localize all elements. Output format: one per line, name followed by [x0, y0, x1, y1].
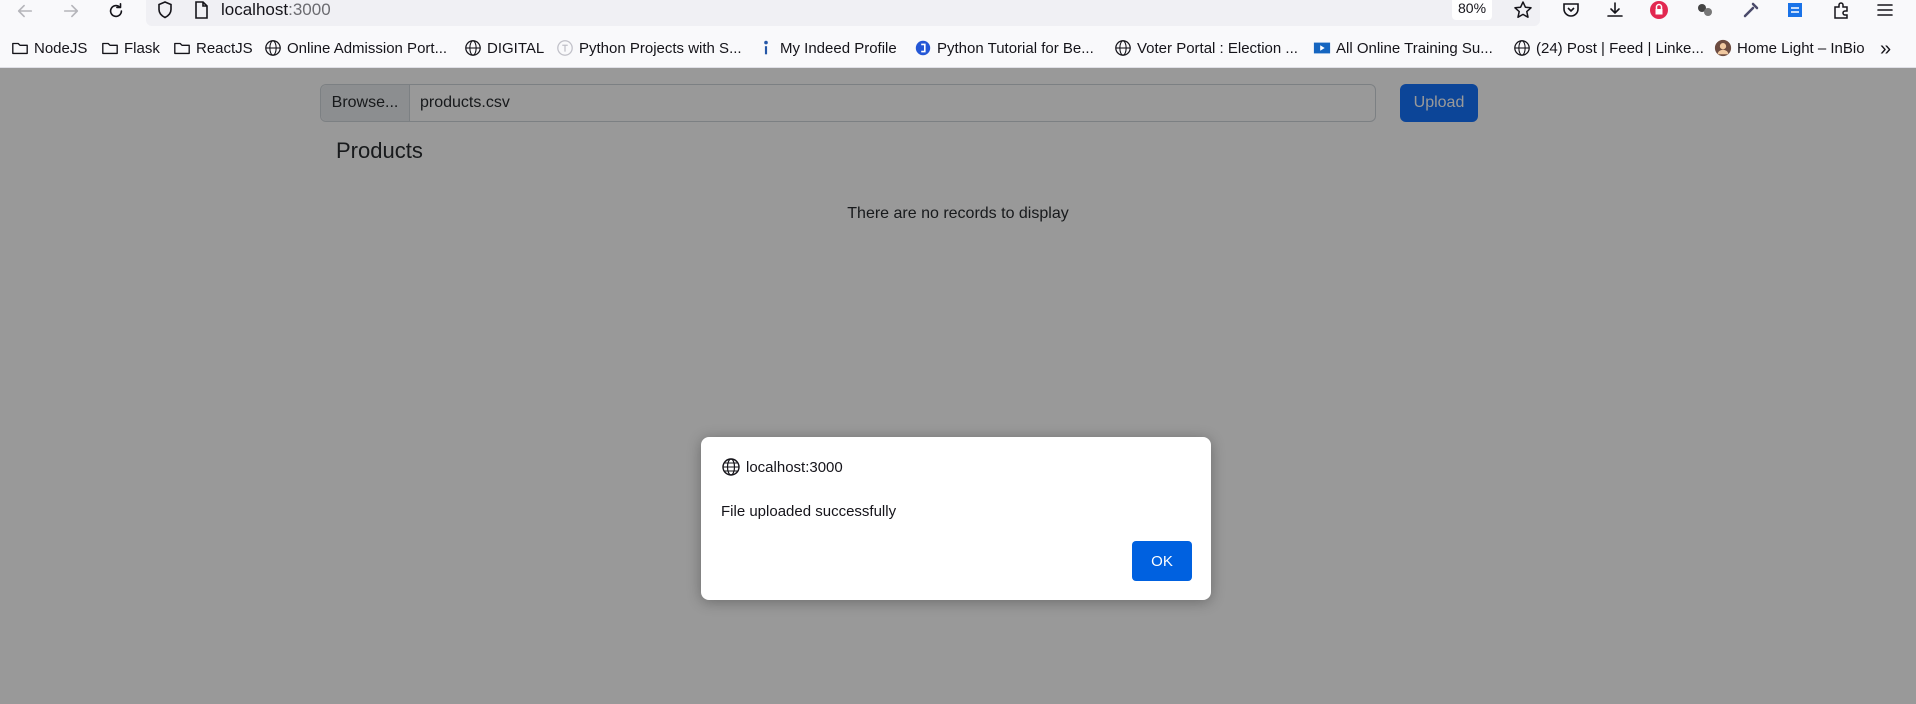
- stack-extension-icon[interactable]: [1782, 0, 1808, 22]
- ok-button[interactable]: OK: [1132, 541, 1192, 581]
- bookmark-reactjs[interactable]: ReactJS: [173, 38, 253, 58]
- url-host: localhost: [221, 0, 289, 19]
- bookmark-label: Online Admission Port...: [287, 39, 448, 57]
- dialog-message: File uploaded successfully: [721, 503, 897, 520]
- bookmark-python-tutorial[interactable]: Python Tutorial for Be...: [914, 38, 1094, 58]
- url-text[interactable]: localhost:3000: [221, 0, 331, 20]
- bookmark-label: Voter Portal : Election ...: [1137, 39, 1298, 57]
- bookmarks-toolbar: NodeJS Flask ReactJS Online Admission Po…: [0, 26, 1916, 68]
- folder-icon: [101, 39, 119, 57]
- extensions-puzzle-icon[interactable]: [1828, 0, 1854, 22]
- page-icon[interactable]: [188, 0, 214, 22]
- shield-icon[interactable]: [152, 0, 178, 22]
- bookmark-home-light[interactable]: Home Light – InBio: [1714, 38, 1865, 58]
- bookmark-label: All Online Training Su...: [1336, 39, 1493, 57]
- globe-icon: [1114, 39, 1132, 57]
- globe-icon: [464, 39, 482, 57]
- site-t-icon: [556, 39, 574, 57]
- globe-icon: [722, 458, 740, 476]
- bookmark-online-training[interactable]: All Online Training Su...: [1313, 38, 1493, 58]
- back-button[interactable]: [12, 0, 38, 22]
- url-bar[interactable]: localhost:3000: [146, 0, 1540, 26]
- zoom-indicator[interactable]: 80%: [1452, 0, 1493, 20]
- bookmark-star-icon[interactable]: [1510, 0, 1536, 22]
- folder-icon: [173, 39, 191, 57]
- dialog-origin: localhost:3000: [746, 458, 843, 476]
- browser-toolbar: localhost:3000 80%: [0, 0, 1916, 26]
- globe-icon: [1513, 39, 1531, 57]
- bookmark-label: Home Light – InBio: [1737, 39, 1865, 57]
- alert-dialog: localhost:3000 File uploaded successfull…: [701, 437, 1211, 600]
- bookmark-flask[interactable]: Flask: [101, 38, 160, 58]
- bookmark-label: Python Tutorial for Be...: [937, 39, 1094, 57]
- bookmark-voter-portal[interactable]: Voter Portal : Election ...: [1114, 38, 1298, 58]
- bookmark-online-admission[interactable]: Online Admission Port...: [264, 38, 447, 58]
- indeed-icon: [757, 39, 775, 57]
- site-blue-icon: [914, 39, 932, 57]
- menu-icon[interactable]: [1872, 0, 1898, 22]
- video-icon: [1313, 39, 1331, 57]
- reload-icon: [109, 2, 123, 18]
- forward-button[interactable]: [58, 0, 84, 22]
- arrow-right-icon: [63, 4, 79, 18]
- dialog-title: localhost:3000: [721, 457, 843, 477]
- bookmark-digital[interactable]: DIGITAL: [464, 38, 544, 58]
- bookmark-nodejs[interactable]: NodeJS: [11, 38, 87, 58]
- bookmark-linkedin-feed[interactable]: (24) Post | Feed | Linke...: [1513, 38, 1704, 58]
- globe-icon: [264, 39, 282, 57]
- avatar-icon: [1714, 39, 1732, 57]
- bookmark-label: DIGITAL: [487, 39, 545, 57]
- reload-button[interactable]: [103, 0, 129, 22]
- extension-balls-icon[interactable]: [1692, 0, 1718, 22]
- bookmark-label: My Indeed Profile: [780, 39, 897, 57]
- folder-icon: [11, 39, 29, 57]
- download-icon[interactable]: [1602, 0, 1628, 22]
- pocket-icon[interactable]: [1558, 0, 1584, 22]
- url-port: :3000: [288, 0, 331, 19]
- bookmark-label: Python Projects with S...: [579, 39, 742, 57]
- bookmark-indeed[interactable]: My Indeed Profile: [757, 38, 897, 58]
- eyedropper-icon[interactable]: [1738, 0, 1764, 22]
- arrow-left-icon: [17, 4, 33, 18]
- bookmark-label: NodeJS: [34, 39, 88, 57]
- lock-extension-icon[interactable]: [1646, 0, 1672, 22]
- bookmark-label: Flask: [124, 39, 160, 57]
- bookmarks-overflow-icon[interactable]: »: [1880, 38, 1891, 61]
- bookmark-python-projects[interactable]: Python Projects with S...: [556, 38, 742, 58]
- bookmark-label: ReactJS: [196, 39, 253, 57]
- modal-overlay: [0, 68, 1916, 704]
- bookmark-label: (24) Post | Feed | Linke...: [1536, 39, 1704, 57]
